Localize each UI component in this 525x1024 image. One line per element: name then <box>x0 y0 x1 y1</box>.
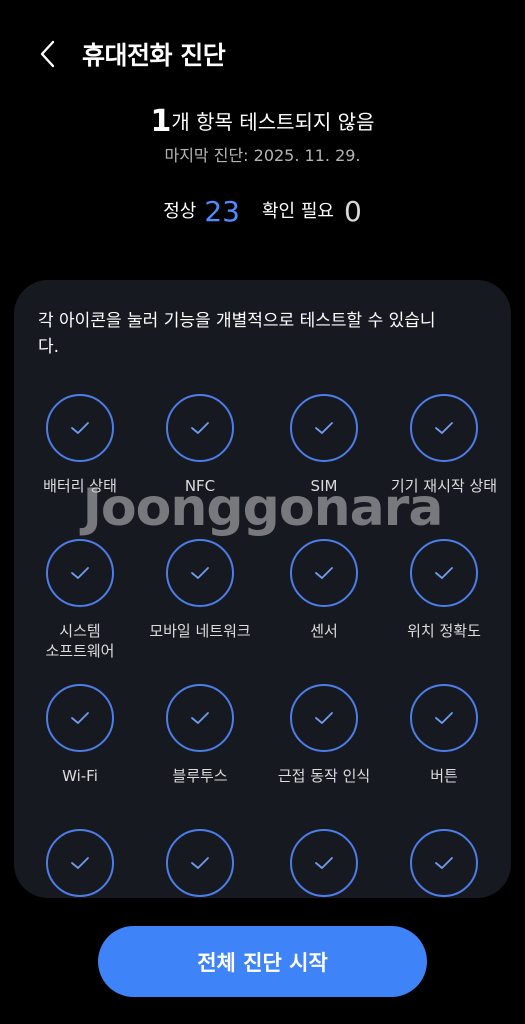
test-item[interactable] <box>138 829 262 898</box>
test-item-button[interactable] <box>410 684 478 752</box>
test-item[interactable]: 위치 정확도 <box>382 539 506 641</box>
app-header: 휴대전화 진단 <box>0 20 525 88</box>
ok-label: 정상 <box>163 201 197 222</box>
test-item-label: 근접 동작 인식 <box>277 767 371 785</box>
test-item-button[interactable] <box>46 394 114 462</box>
test-item[interactable]: NFC <box>138 394 262 496</box>
test-item[interactable] <box>382 829 506 898</box>
test-item[interactable]: SIM <box>262 394 386 496</box>
panel-description: 각 아이콘을 눌러 기능을 개별적으로 테스트할 수 있습니다. <box>38 311 436 357</box>
test-item-button[interactable] <box>290 394 358 462</box>
test-item[interactable] <box>18 829 142 898</box>
diagnosis-stats: 정상 23 확인 필요 0 <box>0 190 525 234</box>
test-item-button[interactable] <box>166 829 234 897</box>
test-item-button[interactable] <box>166 684 234 752</box>
test-item[interactable]: 기기 재시작 상태 <box>382 394 506 496</box>
checkmark-icon <box>435 857 453 869</box>
test-item-button[interactable] <box>410 394 478 462</box>
untested-text: 개 항목 테스트되지 않음 <box>171 110 375 134</box>
checkmark-icon <box>71 422 89 434</box>
test-item-label: 모바일 네트워크 <box>149 622 251 640</box>
check-needed-label: 확인 필요 <box>261 201 334 222</box>
checkmark-icon <box>191 567 209 579</box>
test-item[interactable] <box>262 829 386 898</box>
checkmark-icon <box>435 712 453 724</box>
test-item-label: NFC <box>184 477 216 495</box>
test-item[interactable]: 배터리 상태 <box>18 394 142 496</box>
test-item-button[interactable] <box>410 829 478 897</box>
back-arrow-icon <box>40 40 55 68</box>
test-item-label: 블루투스 <box>172 767 228 785</box>
test-item-button[interactable] <box>290 684 358 752</box>
back-button[interactable] <box>28 32 68 76</box>
test-item-label: 기기 재시작 상태 <box>390 477 498 495</box>
test-item-label: 배터리 상태 <box>43 477 117 495</box>
checkmark-icon <box>191 857 209 869</box>
page-title: 휴대전화 진단 <box>82 41 226 70</box>
checkmark-icon <box>435 422 453 434</box>
test-item-label: 센서 <box>310 622 338 640</box>
test-item[interactable]: 모바일 네트워크 <box>138 539 262 641</box>
untested-summary: 1개 항목 테스트되지 않음 <box>0 104 525 140</box>
test-item[interactable]: Wi-Fi <box>18 684 142 786</box>
test-item[interactable]: 버튼 <box>382 684 506 786</box>
test-item-button[interactable] <box>46 539 114 607</box>
start-full-diagnosis-button[interactable]: 전체 진단 시작 <box>98 926 427 997</box>
checkmark-icon <box>71 712 89 724</box>
test-items-panel: 각 아이콘을 눌러 기능을 개별적으로 테스트할 수 있습니다. 배터리 상태 N… <box>14 280 511 898</box>
last-diagnosis-date: 마지막 진단: 2025. 11. 29. <box>164 146 361 165</box>
test-item-label: 시스템 소프트웨어 <box>45 622 115 660</box>
test-item-button[interactable] <box>410 539 478 607</box>
checkmark-icon <box>315 567 333 579</box>
checkmark-icon <box>191 422 209 434</box>
test-item-button[interactable] <box>166 539 234 607</box>
test-item-button[interactable] <box>46 829 114 897</box>
test-item[interactable]: 시스템 소프트웨어 <box>18 539 142 661</box>
checkmark-icon <box>315 857 333 869</box>
test-item-label: 버튼 <box>430 767 458 785</box>
test-item-button[interactable] <box>166 394 234 462</box>
test-item[interactable]: 센서 <box>262 539 386 641</box>
test-item-button[interactable] <box>290 539 358 607</box>
test-item-label: Wi-Fi <box>62 767 98 785</box>
checkmark-icon <box>71 857 89 869</box>
checkmark-icon <box>315 712 333 724</box>
checkmark-icon <box>315 422 333 434</box>
test-item[interactable]: 블루투스 <box>138 684 262 786</box>
test-item-button[interactable] <box>46 684 114 752</box>
test-item[interactable]: 근접 동작 인식 <box>262 684 386 786</box>
test-item-button[interactable] <box>290 829 358 897</box>
checkmark-icon <box>435 567 453 579</box>
untested-count: 1 <box>150 104 172 139</box>
checkmark-icon <box>71 567 89 579</box>
test-item-label: SIM <box>310 477 338 495</box>
ok-count: 23 <box>204 195 240 228</box>
diagnosis-summary: 1개 항목 테스트되지 않음 마지막 진단: 2025. 11. 29. <box>0 104 525 166</box>
checkmark-icon <box>191 712 209 724</box>
test-item-label: 위치 정확도 <box>407 622 481 640</box>
check-needed-count: 0 <box>343 195 362 228</box>
